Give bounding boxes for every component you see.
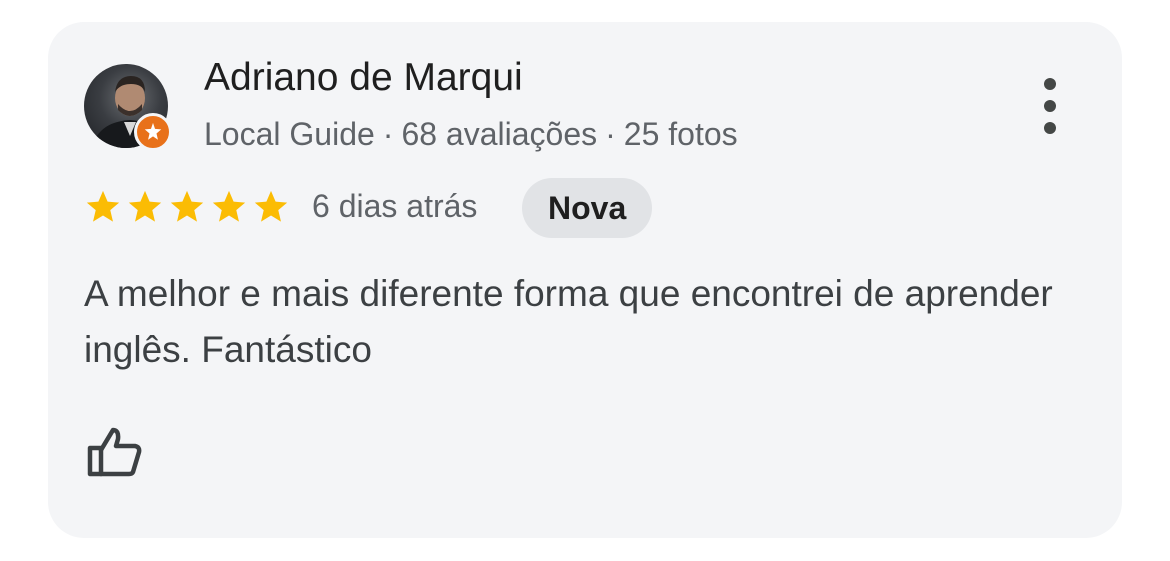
star-rating xyxy=(84,188,290,228)
review-text: A melhor e mais diferente forma que enco… xyxy=(84,273,1053,370)
reviews-count: 68 avaliações xyxy=(401,116,598,152)
photos-count: 25 fotos xyxy=(623,116,738,152)
star-icon xyxy=(86,190,120,222)
reviewer-name[interactable]: Adriano de Marqui xyxy=(204,56,523,100)
star-icon xyxy=(254,190,288,222)
thumbs-up-icon[interactable] xyxy=(84,422,144,482)
star-icon xyxy=(128,190,162,222)
star-icon xyxy=(212,190,246,222)
menu-dot xyxy=(1044,122,1056,134)
meta-separator: · xyxy=(382,116,394,152)
menu-dot xyxy=(1044,100,1056,112)
new-badge: Nova xyxy=(522,178,653,238)
review-time: 6 dias atrás xyxy=(312,188,478,224)
meta-separator: · xyxy=(605,116,616,152)
local-guide-label: Local Guide xyxy=(204,116,375,152)
star-icon xyxy=(170,190,204,222)
reviewer-meta: Local Guide · 68 avaliações · 25 fotos xyxy=(204,116,738,153)
more-vert-icon[interactable] xyxy=(1030,78,1070,134)
local-guide-star-icon xyxy=(134,113,172,151)
review-card: Adriano de Marqui Local Guide · 68 avaliaç… xyxy=(48,22,1122,538)
menu-dot xyxy=(1044,78,1056,90)
